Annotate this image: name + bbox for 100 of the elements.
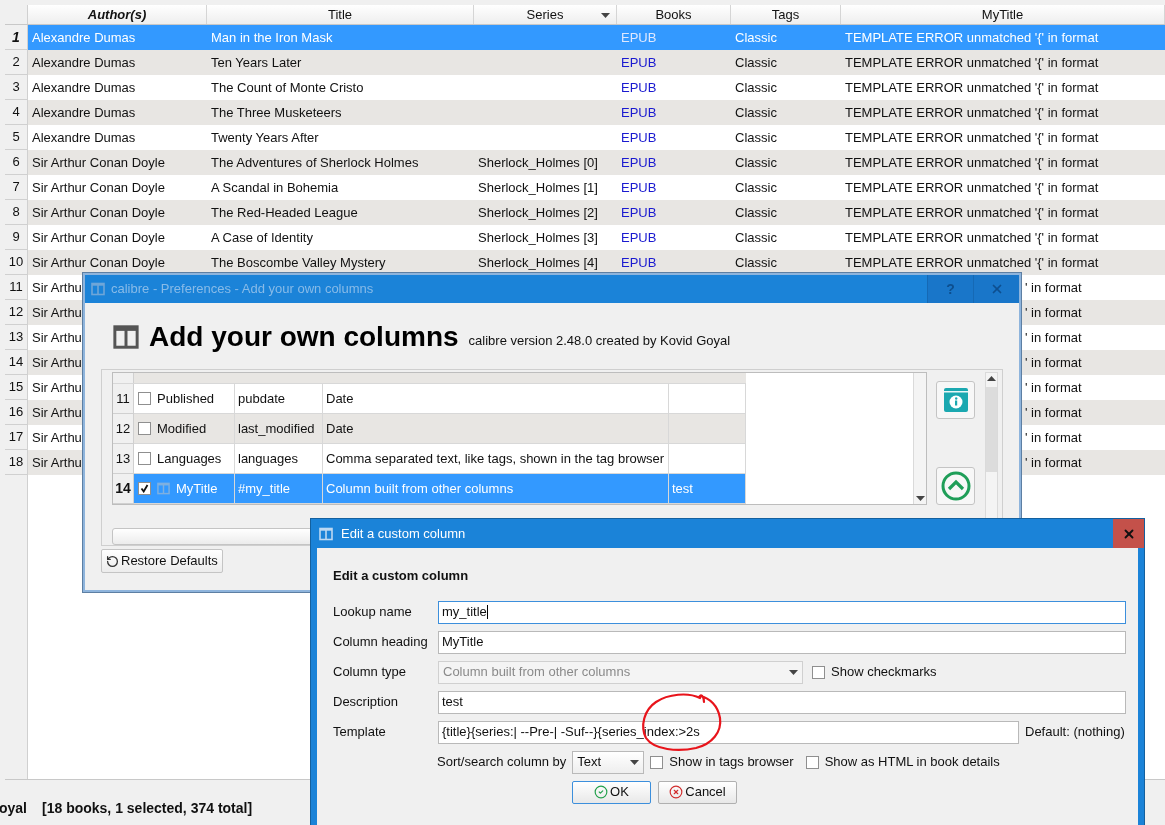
scrollbar[interactable]: [985, 372, 998, 520]
table-cell-text: Sherlock_Holmes [1]: [478, 178, 598, 197]
table-cell-text: languages: [238, 449, 298, 468]
restore-icon: [106, 554, 119, 568]
table-cell-text: Classic: [735, 203, 777, 222]
scrollbar[interactable]: [913, 373, 926, 504]
table-cell-text: EPUB: [621, 128, 657, 147]
close-button[interactable]: [1113, 519, 1144, 548]
table-cell-text: Sherlock_Holmes [2]: [478, 203, 598, 222]
dropdown-arrow-icon: [601, 13, 610, 18]
table-row[interactable]: 4 Alexandre Dumas The Three Musketeers EPUB Classic TEMPLATE ERROR unmatched '{' in format: [5, 100, 1165, 125]
table-row[interactable]: 6 Sir Arthur Conan Doyle The Adventures of Sherlock Holmes Sherlock_Holmes [0] EPUB Classic TEMPLATE ERROR unmatched '{' in format: [5, 150, 1165, 175]
column-header[interactable]: MyTitle: [841, 5, 1165, 24]
field-label: Column heading: [333, 633, 429, 652]
table-row[interactable]: 2 Alexandre Dumas Ten Years Later EPUB Classic TEMPLATE ERROR unmatched '{' in format: [5, 50, 1165, 75]
row-number: 10: [5, 250, 28, 275]
table-cell-text: Classic: [735, 78, 777, 97]
row-number: 4: [5, 100, 28, 125]
text-field[interactable]: my_title: [438, 600, 1126, 624]
table-cell-text: ' in format: [1025, 403, 1082, 422]
status-text: oyal: [0, 799, 27, 818]
table-cell-text: Sir Arthu: [32, 328, 82, 347]
table-cell-text: Modified: [157, 419, 207, 438]
table-cell-text: TEMPLATE ERROR unmatched '{' in format: [845, 253, 1099, 272]
table-cell-text: Sherlock_Holmes [0]: [478, 153, 598, 172]
cancel-button[interactable]: Cancel: [658, 780, 737, 804]
move-up-button[interactable]: [936, 467, 975, 505]
column-header[interactable]: Title: [207, 5, 474, 24]
restore-defaults-button[interactable]: Restore Defaults: [101, 549, 223, 573]
table-cell-text: A Scandal in Bohemia: [211, 178, 339, 197]
table-cell-text: TEMPLATE ERROR unmatched '{' in format: [845, 228, 1099, 247]
table-cell-text: TEMPLATE ERROR unmatched '{' in format: [845, 78, 1099, 97]
table-cell-text: last_modified: [238, 419, 315, 438]
ok-button[interactable]: OK: [572, 780, 651, 804]
row-number: 8: [5, 200, 28, 225]
checkbox[interactable]: [138, 482, 151, 495]
window-title: Edit a custom column: [341, 524, 466, 543]
row-number: 15: [5, 375, 28, 400]
table-cell-text: ' in format: [1025, 378, 1082, 397]
checkbox[interactable]: [650, 755, 664, 769]
row-number: 12: [113, 414, 134, 444]
row-number: 16: [5, 400, 28, 425]
checkbox-label: Show in tags browser: [669, 753, 794, 772]
table-cell-text: The Count of Monte Cristo: [211, 78, 364, 97]
table-cell-text: ' in format: [1025, 278, 1082, 297]
row-number: 18: [5, 450, 28, 475]
column-header[interactable]: Author(s): [28, 5, 207, 24]
checkbox[interactable]: [805, 755, 819, 769]
table-cell-text: Classic: [735, 103, 777, 122]
field-label: Column type: [333, 663, 407, 682]
table-cell-text: TEMPLATE ERROR unmatched '{' in format: [845, 103, 1099, 122]
table-cell-text: ' in format: [1025, 303, 1082, 322]
row-number: 6: [5, 150, 28, 175]
table-cell-text: Published: [157, 389, 215, 408]
table-cell-text: Sherlock_Holmes [3]: [478, 228, 598, 247]
table-cell-text: Date: [326, 389, 354, 408]
row-number: 14: [113, 474, 134, 504]
column-header[interactable]: Books: [617, 5, 731, 24]
checkbox[interactable]: [138, 452, 151, 465]
info-button[interactable]: [936, 381, 975, 419]
column-header[interactable]: Series: [474, 5, 617, 24]
table-row[interactable]: 8 Sir Arthur Conan Doyle The Red-Headed League Sherlock_Holmes [2] EPUB Classic TEMPLATE ERROR unmatched '{' in format: [5, 200, 1165, 225]
table-cell-text: Alexandre Dumas: [32, 78, 136, 97]
page-heading: Add your own columns: [149, 323, 459, 351]
table-cell-text: ' in format: [1025, 328, 1082, 347]
table-cell-text: #my_title: [238, 479, 291, 498]
columns-icon: [113, 324, 139, 350]
table-cell-text: EPUB: [621, 228, 657, 247]
table-cell-text: TEMPLATE ERROR unmatched '{' in format: [845, 53, 1099, 72]
table-cell-text: Classic: [735, 153, 777, 172]
table-row[interactable]: Published pubdate Date: [134, 384, 746, 414]
table-cell-text: Date: [326, 419, 354, 438]
table-cell-text: Alexandre Dumas: [32, 53, 136, 72]
table-cell-text: TEMPLATE ERROR unmatched '{' in format: [845, 128, 1099, 147]
table-cell-text: The Adventures of Sherlock Holmes: [211, 153, 419, 172]
table-cell-text: MyTitle: [176, 479, 218, 498]
checkbox[interactable]: [138, 422, 151, 435]
cancel-icon: [669, 785, 684, 799]
table-cell-text: The Three Musketeers: [211, 103, 342, 122]
dropdown[interactable]: Text: [572, 750, 645, 774]
table-row[interactable]: Modified last_modified Date: [134, 414, 746, 444]
table-cell-text: Alexandre Dumas: [32, 128, 136, 147]
checkbox-label: Show checkmarks: [831, 663, 937, 682]
table-cell-text: A Case of Identity: [211, 228, 313, 247]
default-note: Default: (nothing): [1025, 723, 1125, 742]
table-cell-text: Sir Arthu: [32, 403, 82, 422]
table-row[interactable]: 1 Alexandre Dumas Man in the Iron Mask EPUB Classic TEMPLATE ERROR unmatched '{' in format: [5, 25, 1165, 50]
table-cell-text: EPUB: [621, 153, 657, 172]
table-row[interactable]: Languages languages Comma separated text, like tags, shown in the tag browser: [134, 444, 746, 474]
table-cell-text: Ten Years Later: [211, 53, 302, 72]
table-cell-text: Sir Arthu: [32, 303, 82, 322]
text-field[interactable]: MyTitle: [438, 630, 1126, 654]
table-cell-text: EPUB: [621, 78, 657, 97]
row-number: 14: [5, 350, 28, 375]
column-header[interactable]: Tags: [731, 5, 841, 24]
table-cell-text: Man in the Iron Mask: [211, 28, 333, 47]
table-cell-text: TEMPLATE ERROR unmatched '{' in format: [845, 28, 1099, 47]
checkbox[interactable]: [138, 392, 151, 405]
text-field[interactable]: test: [438, 690, 1126, 714]
row-number: 11: [113, 384, 134, 414]
